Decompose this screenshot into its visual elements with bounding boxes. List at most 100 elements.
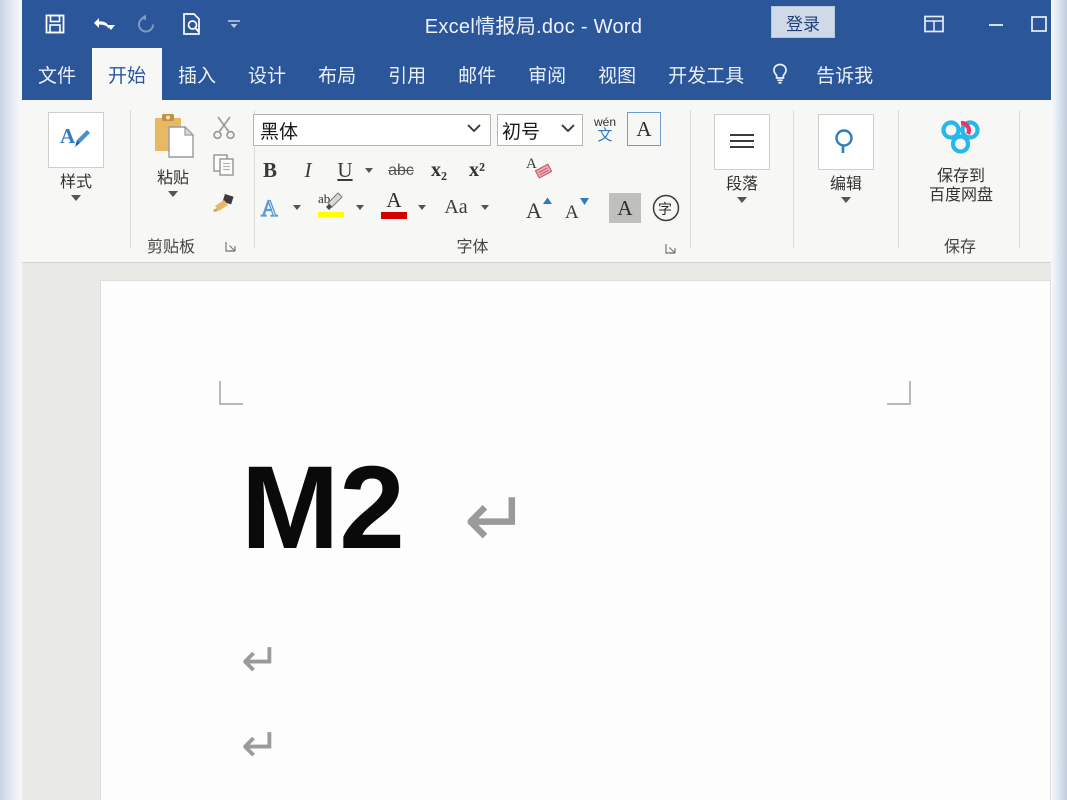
undo-dropdown-icon[interactable]: [107, 25, 115, 30]
tab-file[interactable]: 文件: [22, 48, 92, 100]
chevron-down-icon[interactable]: [558, 119, 578, 141]
svg-text:字: 字: [658, 202, 672, 218]
paste-button-label: 粘贴: [157, 170, 189, 188]
svg-text:A: A: [526, 198, 542, 222]
text-effects-dropdown-icon[interactable]: [290, 199, 304, 215]
group-separator: [1019, 110, 1020, 248]
save-to-baidu-netdisk-button[interactable]: 保存到 百度网盘: [919, 112, 1003, 206]
tab-design[interactable]: 设计: [232, 48, 302, 100]
styles-brush-icon: A: [48, 112, 104, 168]
enclose-characters-icon[interactable]: 字: [649, 192, 683, 224]
character-border-icon[interactable]: A: [627, 112, 661, 146]
character-shading-icon[interactable]: A: [609, 193, 641, 223]
tab-developer[interactable]: 开发工具: [652, 48, 760, 100]
styles-button-label: 样式: [60, 174, 92, 192]
font-dialog-launcher[interactable]: [663, 241, 679, 257]
clipboard-dialog-launcher[interactable]: [223, 239, 239, 255]
font-size-value: 初号: [502, 117, 540, 144]
underline-button[interactable]: U: [332, 155, 358, 185]
subscript-button[interactable]: x₂: [424, 156, 454, 184]
change-case-icon[interactable]: Aa: [437, 192, 475, 222]
group-label-clipboard: 剪贴板: [121, 233, 221, 257]
tab-review[interactable]: 审阅: [512, 48, 582, 100]
tab-tell-me[interactable]: 告诉我: [800, 48, 889, 100]
group-editing: 编辑: [794, 100, 898, 263]
editing-button[interactable]: 编辑: [807, 114, 885, 203]
styles-button[interactable]: A 样式: [37, 112, 115, 201]
italic-button[interactable]: I: [294, 155, 322, 185]
window-right-edge: [1051, 0, 1067, 800]
underline-dropdown-icon[interactable]: [362, 162, 376, 178]
group-paragraph: 段落: [691, 100, 793, 263]
font-color-swatch: [381, 212, 407, 219]
paragraph-mark-1: ↵: [464, 481, 529, 559]
save-to-baidu-netdisk-label-line1: 保存到: [937, 168, 985, 186]
text-highlight-icon[interactable]: ab: [314, 190, 348, 224]
svg-text:A: A: [60, 124, 76, 148]
tab-references[interactable]: 引用: [372, 48, 442, 100]
superscript-button[interactable]: x²: [462, 156, 492, 184]
group-styles: A 样式: [22, 100, 130, 263]
copy-icon[interactable]: [209, 150, 239, 180]
editing-dropdown-icon[interactable]: [841, 197, 851, 203]
paragraph-mark-2: ↵: [241, 637, 280, 683]
font-color-icon[interactable]: A: [377, 190, 411, 224]
cut-icon[interactable]: [209, 112, 239, 142]
sign-in-button[interactable]: 登录: [771, 6, 835, 38]
text-effects-icon[interactable]: A: [256, 192, 286, 224]
phonetic-guide-icon[interactable]: wén 文: [587, 112, 623, 148]
print-preview-icon[interactable]: [177, 8, 207, 40]
font-name-combobox[interactable]: 黑体: [253, 114, 491, 146]
margin-corner-mark-top-left: [219, 381, 243, 405]
document-body-text: M2: [241, 449, 405, 567]
word-window: Excel情报局.doc - Word 登录: [0, 0, 1067, 800]
bold-button[interactable]: B: [256, 155, 284, 185]
text-highlight-dropdown-icon[interactable]: [353, 199, 367, 215]
ribbon-display-options-icon[interactable]: [903, 0, 965, 48]
group-clipboard: 粘贴: [131, 100, 237, 263]
save-to-baidu-netdisk-label-line2: 百度网盘: [929, 187, 993, 205]
restore-icon[interactable]: [1027, 0, 1051, 48]
paragraph-lines-icon: [714, 114, 770, 170]
group-label-font: 字体: [255, 233, 690, 257]
font-size-combobox[interactable]: 初号: [497, 114, 583, 146]
paragraph-dropdown-icon[interactable]: [737, 197, 747, 203]
highlight-color-swatch: [318, 212, 344, 217]
minimize-icon[interactable]: [965, 0, 1027, 48]
tab-layout[interactable]: 布局: [302, 48, 372, 100]
tab-mailings[interactable]: 邮件: [442, 48, 512, 100]
tab-home[interactable]: 开始: [92, 48, 162, 100]
paragraph-mark-3: ↵: [241, 722, 280, 768]
styles-dropdown-icon[interactable]: [71, 195, 81, 201]
tab-view[interactable]: 视图: [582, 48, 652, 100]
tab-insert[interactable]: 插入: [162, 48, 232, 100]
ribbon-tabs: 文件 开始 插入 设计 布局 引用 邮件 审阅 视图 开发工具 告诉我: [22, 48, 889, 100]
grow-font-icon[interactable]: A: [522, 192, 556, 224]
font-color-dropdown-icon[interactable]: [415, 199, 429, 215]
save-icon[interactable]: [40, 8, 70, 40]
document-page[interactable]: M2 ↵ ↵ ↵: [100, 280, 1051, 800]
paste-button[interactable]: 粘贴: [137, 108, 209, 197]
paste-icon: [143, 108, 203, 164]
customize-qat-icon[interactable]: [223, 8, 245, 40]
strikethrough-button[interactable]: abc: [384, 158, 418, 184]
lightbulb-icon[interactable]: [760, 48, 800, 100]
shrink-font-icon[interactable]: A: [560, 192, 594, 224]
margin-corner-mark-top-right: [887, 381, 911, 405]
format-painter-icon[interactable]: [209, 188, 239, 216]
paragraph-button[interactable]: 段落: [703, 114, 781, 203]
ribbon: A 样式: [22, 100, 1051, 263]
svg-text:A: A: [526, 156, 537, 172]
ribbon-tab-bar: 文件 开始 插入 设计 布局 引用 邮件 审阅 视图 开发工具 告诉我: [0, 48, 1067, 100]
change-case-dropdown-icon[interactable]: [478, 199, 492, 215]
title-bar: Excel情报局.doc - Word 登录: [0, 0, 1067, 48]
svg-text:A: A: [261, 196, 278, 221]
clear-formatting-icon[interactable]: A: [522, 152, 558, 186]
paragraph-button-label: 段落: [726, 176, 758, 194]
chevron-down-icon[interactable]: [464, 119, 484, 141]
paste-dropdown-icon[interactable]: [168, 191, 178, 197]
quick-access-toolbar: [40, 0, 245, 48]
window-controls: [903, 0, 1051, 48]
font-name-value: 黑体: [260, 117, 298, 144]
magnifier-icon: [818, 114, 874, 170]
